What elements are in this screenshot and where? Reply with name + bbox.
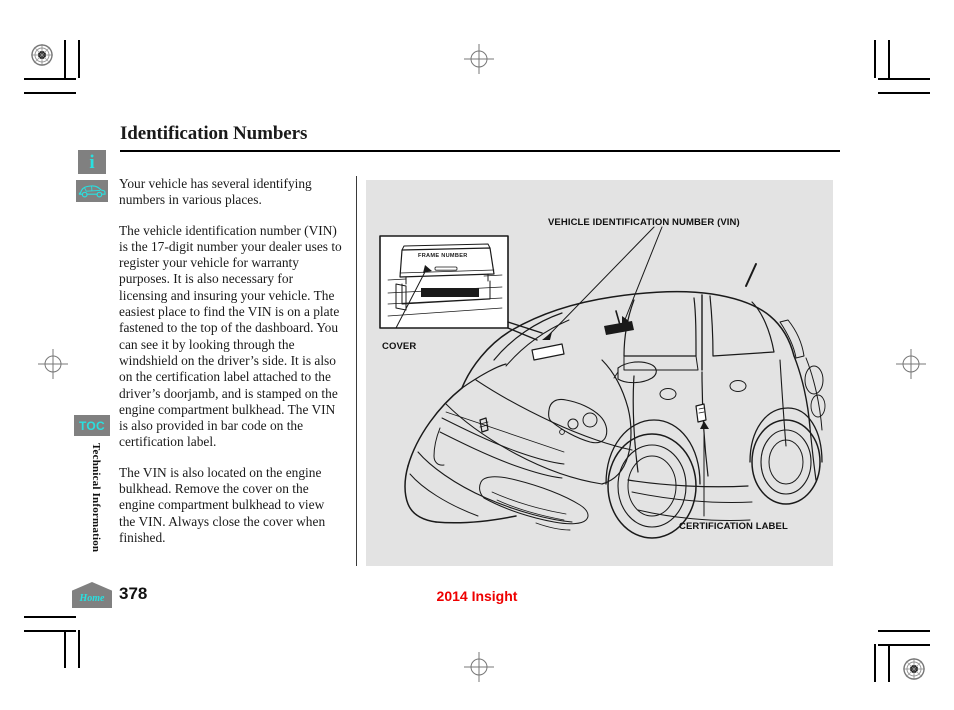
crop-mark-bottom-left-h [24,616,76,618]
model-footer: 2014 Insight [436,588,518,604]
crop-mark-bottom-right-h2 [878,644,930,646]
body-copy: Your vehicle has several identifying num… [119,176,343,546]
registration-bullseye-top-left [31,44,53,66]
crop-mark-bottom-left-v [64,630,66,668]
toc-button-label: TOC [78,418,105,433]
crop-mark-bottom-right-v [888,644,890,682]
registration-crosshair-right [896,349,926,379]
title-divider [120,150,840,152]
crop-mark-top-right-v [888,40,890,78]
crop-mark-top-right-h2 [878,92,930,94]
label-frame-number: FRAME NUMBER [418,253,468,259]
crop-mark-bottom-right-h [878,630,930,632]
crop-mark-bottom-left-v2 [78,630,80,668]
illustration-panel: VEHICLE IDENTIFICATION NUMBER (VIN) COVE… [366,180,833,566]
registration-crosshair-bottom [464,652,494,682]
page-title: Identification Numbers [120,123,308,144]
vehicle-icon [76,180,108,202]
body-paragraph-2: The vehicle identification number (VIN) … [119,222,342,450]
vehicle-illustration [379,226,826,539]
registration-crosshair-left [38,349,68,379]
crop-mark-top-left-v [64,40,66,78]
label-cover: COVER [382,341,417,352]
body-paragraph-3: The VIN is also located on the engine bu… [119,464,326,545]
crop-mark-bottom-left-h2 [24,630,76,632]
section-label: Technical Information [90,443,102,553]
registration-bullseye-bottom-right [903,658,925,680]
body-paragraph-1: Your vehicle has several identifying num… [119,176,312,208]
crop-mark-top-right-v2 [874,40,876,78]
label-certification: CERTIFICATION LABEL [679,521,788,532]
column-divider [356,176,357,566]
label-vin: VEHICLE IDENTIFICATION NUMBER (VIN) [548,217,740,228]
crop-mark-top-left-h2 [24,92,76,94]
crop-mark-top-left-v2 [78,40,80,78]
crop-mark-top-left-h [24,78,76,80]
registration-crosshair-top [464,44,494,74]
toc-button[interactable]: TOC [74,415,110,436]
info-icon: i [78,150,106,174]
crop-mark-top-right-h [878,78,930,80]
vehicle-icon-glyph [78,185,106,198]
crop-mark-bottom-right-v2 [874,644,876,682]
info-icon-glyph: i [89,151,95,173]
